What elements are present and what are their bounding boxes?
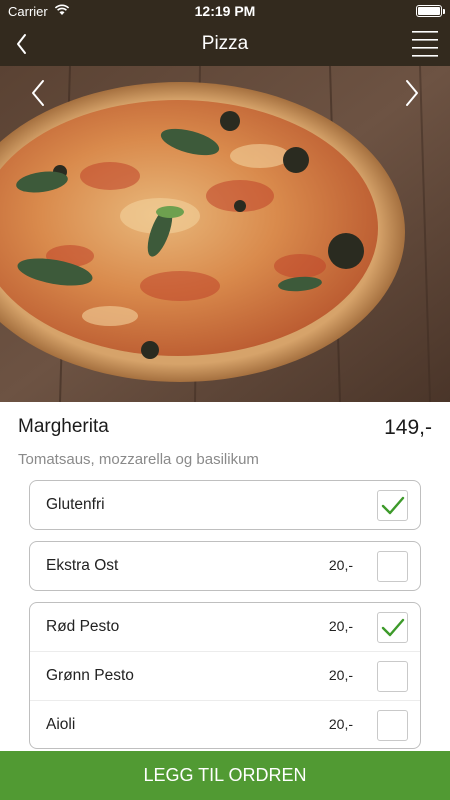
option-checkbox-rod-pesto[interactable] — [377, 612, 408, 643]
option-checkbox-ekstra-ost[interactable] — [377, 551, 408, 582]
option-checkbox-gronn-pesto[interactable] — [377, 661, 408, 692]
chevron-right-icon[interactable] — [396, 78, 426, 108]
option-label: Rød Pesto — [46, 618, 120, 635]
option-group-gluten: Glutenfri — [29, 480, 421, 530]
option-label: Aioli — [46, 716, 76, 733]
checkmark-icon — [381, 496, 405, 515]
hamburger-menu-icon[interactable] — [410, 30, 440, 58]
add-to-order-button[interactable]: LEGG TIL ORDREN — [0, 751, 450, 800]
navigation-bar: Pizza — [0, 22, 450, 66]
checkmark-icon — [381, 618, 405, 637]
option-row-gronn-pesto[interactable]: Grønn Pesto 20,- — [30, 652, 420, 701]
option-row-ekstra-ost[interactable]: Ekstra Ost 20,- — [30, 542, 420, 590]
option-price: 20,- — [328, 557, 353, 573]
chevron-left-icon[interactable] — [24, 78, 54, 108]
product-image-carousel[interactable] — [0, 66, 450, 402]
option-price: 20,- — [328, 618, 353, 634]
option-label: Glutenfri — [46, 496, 105, 513]
option-label: Grønn Pesto — [46, 667, 134, 684]
status-bar: Carrier 12:19 PM — [0, 0, 450, 22]
option-group-sauces: Rød Pesto 20,- Grønn Pesto 20,- Aioli 20… — [29, 602, 421, 749]
product-name: Margherita — [18, 416, 109, 437]
battery-icon — [416, 5, 445, 17]
page-title: Pizza — [201, 33, 249, 54]
option-row-aioli[interactable]: Aioli 20,- — [30, 701, 420, 748]
option-row-glutenfri[interactable]: Glutenfri — [30, 481, 420, 529]
pizza-photo — [0, 66, 450, 402]
product-description: Tomatsaus, mozzarella og basilikum — [18, 451, 259, 468]
option-checkbox-glutenfri[interactable] — [377, 490, 408, 521]
option-label: Ekstra Ost — [46, 557, 119, 574]
option-checkbox-aioli[interactable] — [377, 710, 408, 741]
clock: 12:19 PM — [194, 3, 256, 19]
option-price: 20,- — [328, 716, 353, 732]
option-group-cheese: Ekstra Ost 20,- — [29, 541, 421, 591]
option-price: 20,- — [328, 667, 353, 683]
product-price: 149,- — [384, 416, 432, 439]
option-row-rod-pesto[interactable]: Rød Pesto 20,- — [30, 603, 420, 652]
